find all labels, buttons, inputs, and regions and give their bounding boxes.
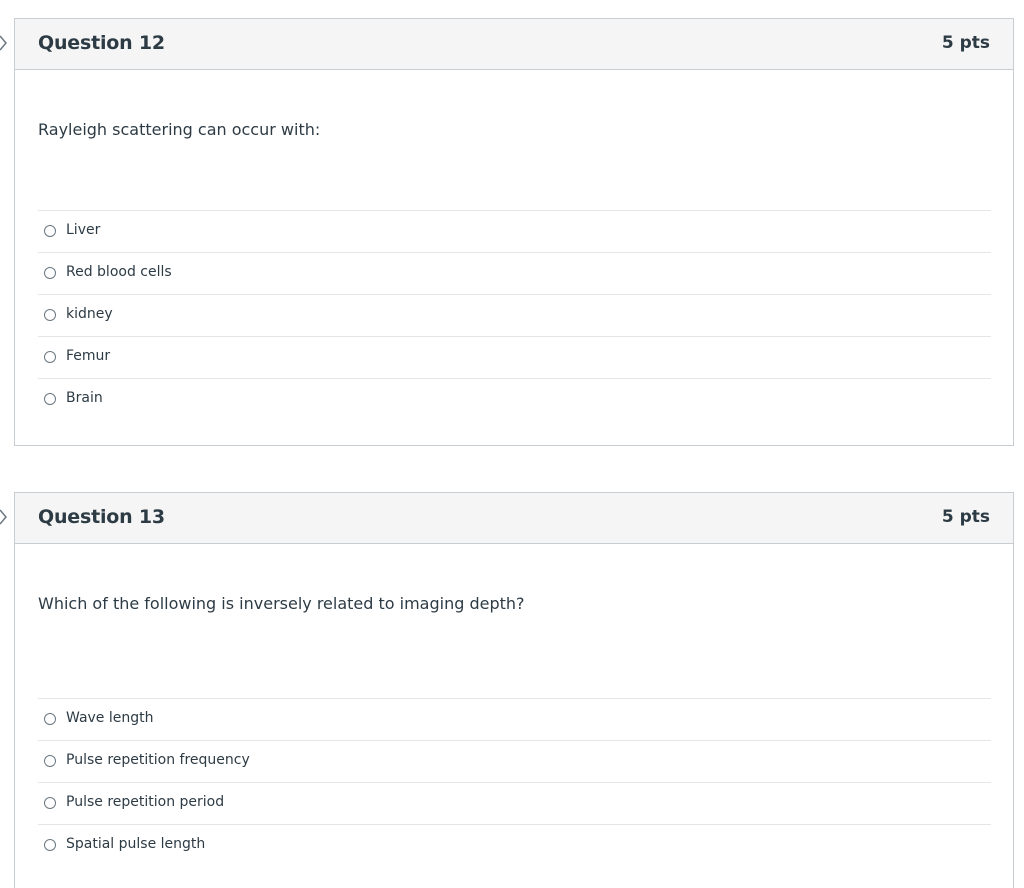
question-12-card: Question 12 5 pts Rayleigh scattering ca…: [0, 18, 1014, 446]
question-title: Question 12: [38, 32, 165, 54]
question-13-card: Question 13 5 pts Which of the following…: [0, 492, 1014, 888]
question-points: 5 pts: [941, 507, 990, 527]
answer-label: Pulse repetition period: [66, 794, 225, 810]
chevron-right-icon: [0, 35, 11, 55]
answer-list: Liver Red blood cells kidney Femur Brain: [38, 210, 991, 421]
answer-option[interactable]: Pulse repetition period: [38, 783, 991, 825]
radio-unchecked-icon[interactable]: [44, 267, 56, 279]
answer-option[interactable]: kidney: [38, 295, 991, 337]
answer-option[interactable]: Red blood cells: [38, 253, 991, 295]
radio-unchecked-icon[interactable]: [44, 225, 56, 237]
answer-label: Spatial pulse length: [66, 836, 206, 852]
answer-label: Pulse repetition frequency: [66, 752, 250, 768]
radio-unchecked-icon[interactable]: [44, 309, 56, 321]
quiz-page: Question 12 5 pts Rayleigh scattering ca…: [0, 0, 1024, 888]
answer-label: kidney: [66, 306, 113, 322]
radio-unchecked-icon[interactable]: [44, 393, 56, 405]
answer-option[interactable]: Pulse repetition frequency: [38, 741, 991, 783]
answer-option[interactable]: Liver: [38, 211, 991, 253]
question-title: Question 13: [38, 506, 165, 528]
chevron-right-icon: [0, 509, 11, 529]
answer-option[interactable]: Femur: [38, 337, 991, 379]
question-text: Which of the following is inversely rela…: [38, 594, 525, 613]
answer-label: Femur: [66, 348, 111, 364]
answer-label: Wave length: [66, 710, 154, 726]
question-points: 5 pts: [941, 33, 990, 53]
radio-unchecked-icon[interactable]: [44, 713, 56, 725]
radio-unchecked-icon[interactable]: [44, 755, 56, 767]
radio-unchecked-icon[interactable]: [44, 351, 56, 363]
answer-option[interactable]: Wave length: [38, 699, 991, 741]
question-header: Question 12 5 pts: [15, 19, 1013, 70]
radio-unchecked-icon[interactable]: [44, 797, 56, 809]
answer-label: Brain: [66, 390, 103, 406]
answer-label: Liver: [66, 222, 101, 238]
radio-unchecked-icon[interactable]: [44, 839, 56, 851]
answer-option[interactable]: Brain: [38, 379, 991, 421]
answer-option[interactable]: Spatial pulse length: [38, 825, 991, 867]
question-header: Question 13 5 pts: [15, 493, 1013, 544]
question-text: Rayleigh scattering can occur with:: [38, 120, 321, 139]
answer-label: Red blood cells: [66, 264, 172, 280]
answer-list: Wave length Pulse repetition frequency P…: [38, 698, 991, 867]
